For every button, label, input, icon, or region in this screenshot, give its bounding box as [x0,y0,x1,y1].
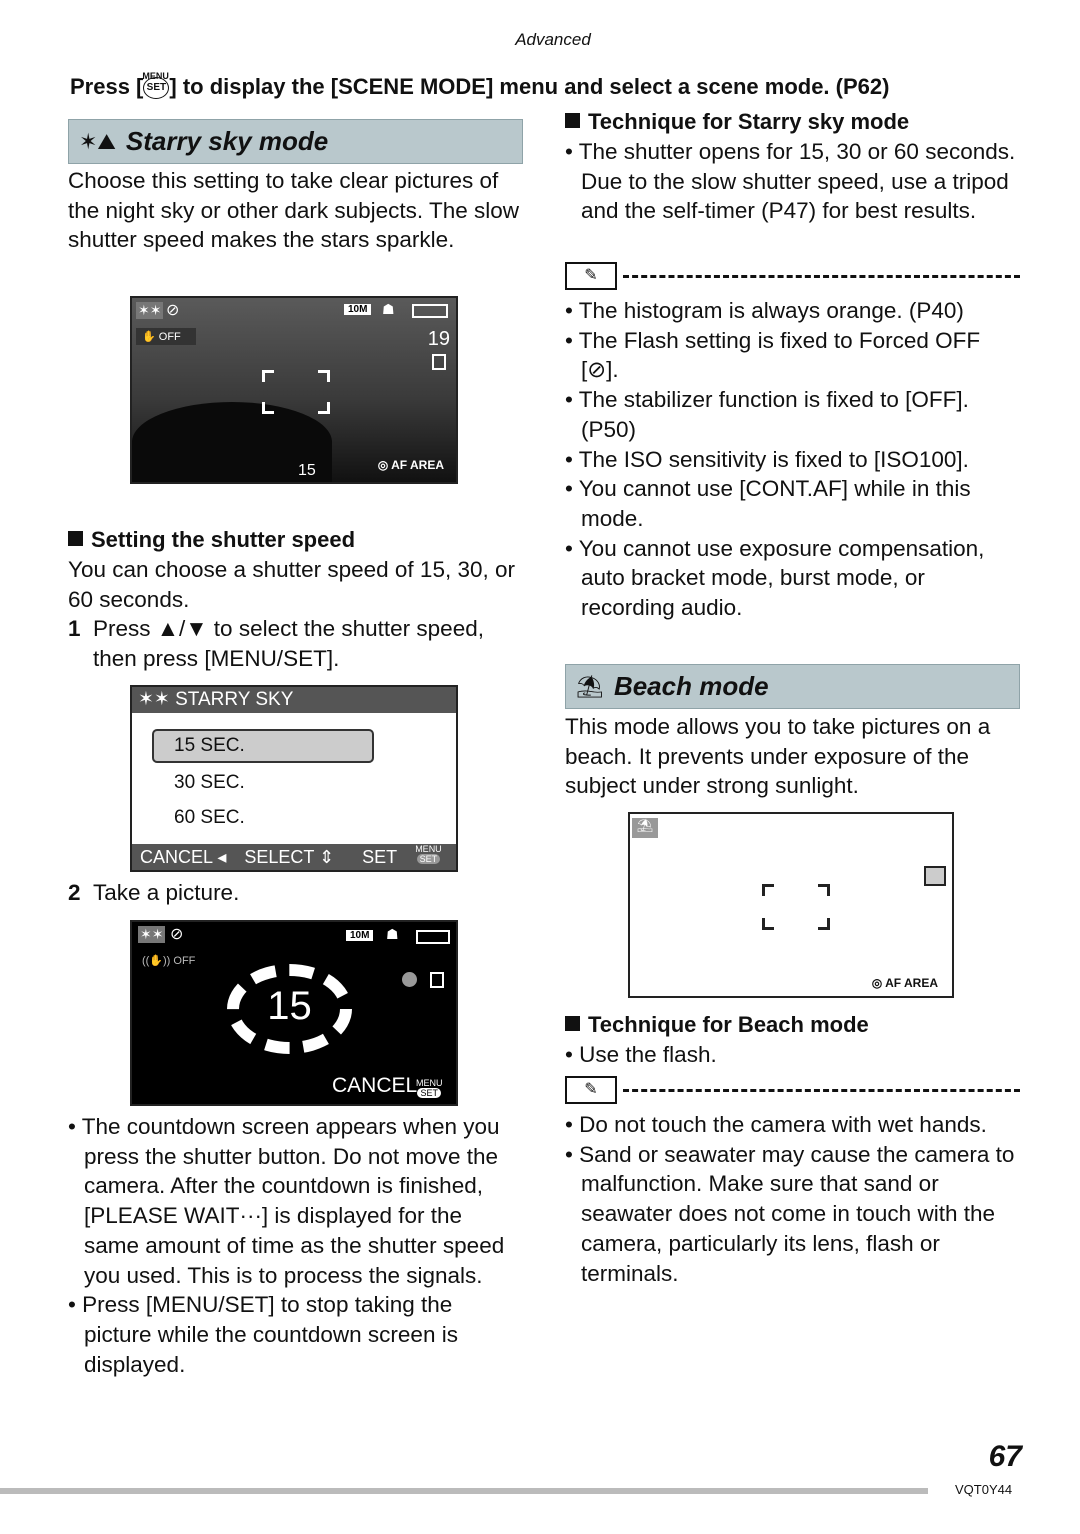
stabilizer-indicator: ✋ OFF [136,328,196,345]
bullet-item: • You cannot use [CONT.AF] while in this… [565,476,971,531]
memory-card-icon [924,866,946,886]
af-frame [262,402,274,414]
beach-icon: ⛱ [576,673,604,699]
starry-sky-icon: ✶⛰ [79,128,116,154]
shutter-heading: Setting the shutter speed [68,525,355,555]
model-code: VQT0Y44 [955,1482,1013,1497]
countdown-screen: ✶✶ ⊘ ((✋)) OFF 10M ☗ 15 CANCEL MENU SET [130,920,458,1106]
remaining-shots: 19 [427,328,450,350]
bullet-item: • The Flash setting is fixed to Forced O… [565,327,981,383]
beach-preview-screen: ⛱ ◎ AF AREA [628,812,954,998]
beach-title-band: ⛱ Beach mode [565,664,1020,709]
picture-size: 10M [344,304,372,315]
menu-title: ✶✶ STARRY SKY [132,687,456,713]
memory-card-icon [430,972,444,988]
af-area: ◎ AF AREA [871,976,938,990]
beach-icon: ⛱ [632,818,658,838]
section-title: Starry sky mode [125,126,329,156]
note-divider: ✎ [565,261,1020,291]
section-title: Beach mode [613,671,769,701]
bullet-item: • The stabilizer function is fixed to [O… [565,387,969,442]
page-number: 67 [988,1440,1022,1473]
battery-icon [412,304,448,318]
beach-notes: • Do not touch the camera with wet hands… [565,1110,1020,1288]
recording-dot [402,972,417,987]
note-icon: ✎ [565,262,617,290]
technique-starry-list: • The shutter opens for 15, 30 or 60 sec… [565,137,1020,226]
flash-off-icon: ⊘ [170,926,184,943]
technique-beach-heading: Technique for Beach mode [565,1010,869,1040]
note-icon: ✎ [565,1076,617,1104]
instruction-heading: Press [MENU SET] to display the [SCENE MO… [70,71,890,100]
bullet-item: • The ISO sensitivity is fixed to [ISO10… [565,446,969,472]
bullet-item: • You cannot use exposure compensation, … [565,535,985,621]
af-frame [318,402,330,414]
step-2: 2 Take a picture. [68,880,240,905]
countdown-notes: • The countdown screen appears when you … [68,1112,523,1379]
shutter-speed: 15 [298,462,316,479]
technique-starry-heading: Technique for Starry sky mode [565,107,909,137]
menu-footer: CANCEL ◂ SELECT ⇕ SET MENU SET [132,844,456,870]
note-divider: ✎ [565,1075,1020,1105]
af-frame [262,370,274,382]
option-60-sec[interactable]: 60 SEC. [174,807,245,829]
bullet-item: • The shutter opens for 15, 30 or 60 sec… [565,139,1016,224]
af-area: ◎ AF AREA [377,458,444,472]
countdown-number: 15 [267,984,312,1028]
menu-set-icon: MENU SET [142,71,170,100]
memory-card-icon [432,354,446,370]
step-1: 1 Press ▲/▼ to select the shutter speed, … [68,616,484,671]
af-frame [318,370,330,382]
technique-beach-list: • Use the flash. [565,1040,1020,1070]
cancel-hint: CANCEL [332,1074,418,1097]
bullet-item: • Use the flash. [565,1042,717,1067]
starry-intro: Choose this setting to take clear pictur… [68,168,520,253]
af-frame [818,918,830,930]
starry-sky-title-band: ✶⛰ Starry sky mode [68,119,523,164]
option-15-sec[interactable]: 15 SEC. [174,735,245,757]
flash-off-icon: ⊘ [166,302,180,319]
quality-icon: ☗ [382,301,395,317]
option-30-sec[interactable]: 30 SEC. [174,772,245,794]
beach-intro: This mode allows you to take pictures on… [565,714,991,799]
battery-icon [416,930,450,944]
bullet-item: • Do not touch the camera with wet hands… [565,1112,987,1137]
menu-set-icon: MENU SET [415,844,442,864]
bullet-item: • The histogram is always orange. (P40) [565,298,964,323]
bullet-item: • The countdown screen appears when you … [68,1114,505,1288]
shutter-text: You can choose a shutter speed of 15, 30… [68,557,515,612]
starry-preview-screen: ✶✶ ⊘ ✋ OFF 10M ☗ 19 15 ◎ AF AREA [130,296,458,484]
af-frame [818,884,830,896]
set-hint: SET [362,847,398,867]
menu-set-icon: MENU SET [416,1078,443,1098]
starry-notes: • The histogram is always orange. (P40) … [565,296,1020,623]
picture-size: 10M [346,930,374,941]
af-frame [762,884,774,896]
starry-sky-menu: ✶✶ STARRY SKY 15 SEC. 30 SEC. 60 SEC. CA… [130,685,458,872]
cancel-hint: CANCEL ◂ [140,847,227,867]
scene-icon: ✶✶ [138,926,166,943]
bullet-item: • Press [MENU/SET] to stop taking the pi… [68,1292,458,1377]
select-hint: SELECT ⇕ [244,847,335,867]
stabilizer-indicator: ((✋)) OFF [142,955,196,967]
bullet-item: • Sand or seawater may cause the camera … [565,1141,1015,1286]
section-header: Advanced [515,30,591,49]
quality-icon: ☗ [386,926,399,942]
footer-rule [0,1488,928,1494]
scene-icon: ✶✶ [136,302,164,319]
af-frame [762,918,774,930]
